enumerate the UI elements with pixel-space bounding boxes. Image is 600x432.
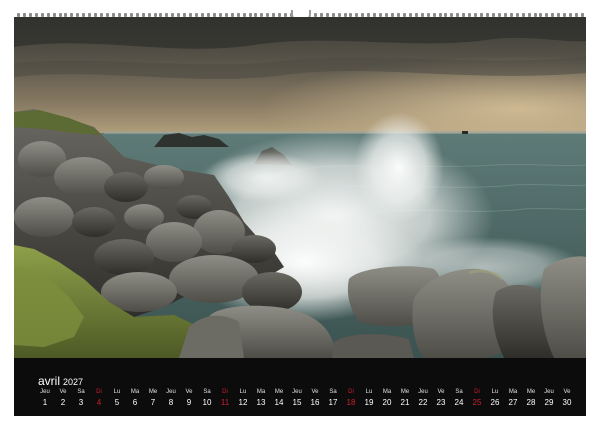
day-number: 19 bbox=[364, 398, 374, 407]
calendar-day: Jeu 8 bbox=[162, 389, 180, 410]
day-number: 20 bbox=[382, 398, 392, 407]
weekday-label: Jeu bbox=[418, 389, 428, 395]
calendar-day: Ma 20 bbox=[378, 389, 396, 410]
weekday-label: Ve bbox=[563, 389, 571, 395]
month-name: avril bbox=[38, 374, 61, 388]
day-number: 1 bbox=[42, 398, 48, 407]
weekday-label: Ve bbox=[185, 389, 193, 395]
weekday-label: Lu bbox=[491, 389, 499, 395]
calendar-day: Jeu 1 bbox=[36, 389, 54, 410]
day-number: 15 bbox=[292, 398, 302, 407]
weekday-label: Di bbox=[96, 389, 102, 395]
month-title: avril 2027 bbox=[38, 372, 83, 390]
calendar-day: Ve 9 bbox=[180, 389, 198, 410]
weekday-label: Di bbox=[348, 389, 354, 395]
weekday-label: Ve bbox=[437, 389, 445, 395]
day-number: 5 bbox=[114, 398, 120, 407]
weekday-label: Ma bbox=[256, 389, 266, 395]
day-number: 28 bbox=[526, 398, 536, 407]
calendar-day: Ma 6 bbox=[126, 389, 144, 410]
day-number: 23 bbox=[436, 398, 446, 407]
calendar-day: Di 4 bbox=[90, 389, 108, 410]
calendar-strip: avril 2027 Jeu 1 Ve 2 Sa 3 Di 4 Lu 5 Ma 6 Me 7 Jeu 8 Ve 9 S… bbox=[14, 358, 586, 416]
weekday-label: Me bbox=[526, 389, 536, 395]
calendar-day: Lu 19 bbox=[360, 389, 378, 410]
weekday-label: Jeu bbox=[40, 389, 50, 395]
weekday-label: Ma bbox=[382, 389, 392, 395]
weekday-label: Me bbox=[148, 389, 158, 395]
calendar-day: Me 14 bbox=[270, 389, 288, 410]
calendar-day: Jeu 22 bbox=[414, 389, 432, 410]
weekday-label: Ve bbox=[311, 389, 319, 395]
calendar-day: Lu 12 bbox=[234, 389, 252, 410]
weekday-label: Lu bbox=[365, 389, 373, 395]
day-number: 10 bbox=[202, 398, 212, 407]
calendar-day: Sa 10 bbox=[198, 389, 216, 410]
weekday-label: Me bbox=[400, 389, 410, 395]
weekday-label: Sa bbox=[329, 389, 337, 395]
calendar-day: Me 7 bbox=[144, 389, 162, 410]
day-row: Jeu 1 Ve 2 Sa 3 Di 4 Lu 5 Ma 6 Me 7 Jeu 8 Ve 9 Sa 10 Di 11 Lu 1… bbox=[36, 389, 576, 411]
day-number: 8 bbox=[168, 398, 174, 407]
calendar-day: Ma 13 bbox=[252, 389, 270, 410]
calendar-day: Sa 24 bbox=[450, 389, 468, 410]
calendar-day: Ve 23 bbox=[432, 389, 450, 410]
calendar-day: Lu 26 bbox=[486, 389, 504, 410]
calendar-day: Di 25 bbox=[468, 389, 486, 410]
weekday-label: Sa bbox=[455, 389, 463, 395]
day-number: 16 bbox=[310, 398, 320, 407]
day-number: 18 bbox=[346, 398, 356, 407]
day-number: 12 bbox=[238, 398, 248, 407]
weekday-label: Jeu bbox=[292, 389, 302, 395]
day-number: 22 bbox=[418, 398, 428, 407]
weekday-label: Lu bbox=[113, 389, 121, 395]
weekday-label: Sa bbox=[203, 389, 211, 395]
day-number: 2 bbox=[60, 398, 66, 407]
calendar-day: Me 28 bbox=[522, 389, 540, 410]
calendar-day: Sa 17 bbox=[324, 389, 342, 410]
weekday-label: Ma bbox=[508, 389, 518, 395]
weekday-label: Lu bbox=[239, 389, 247, 395]
day-number: 13 bbox=[256, 398, 266, 407]
day-number: 9 bbox=[186, 398, 192, 407]
day-number: 29 bbox=[544, 398, 554, 407]
day-number: 27 bbox=[508, 398, 518, 407]
month-year: 2027 bbox=[63, 377, 84, 387]
calendar-day: Lu 5 bbox=[108, 389, 126, 410]
calendar-day: Sa 3 bbox=[72, 389, 90, 410]
calendar-day: Ve 2 bbox=[54, 389, 72, 410]
calendar-day: Di 18 bbox=[342, 389, 360, 410]
weekday-label: Jeu bbox=[544, 389, 554, 395]
calendar-day: Ma 27 bbox=[504, 389, 522, 410]
day-number: 21 bbox=[400, 398, 410, 407]
day-number: 26 bbox=[490, 398, 500, 407]
day-number: 25 bbox=[472, 398, 482, 407]
day-number: 7 bbox=[150, 398, 156, 407]
weekday-label: Di bbox=[222, 389, 228, 395]
weekday-label: Ma bbox=[130, 389, 140, 395]
day-number: 30 bbox=[562, 398, 572, 407]
weekday-label: Ve bbox=[59, 389, 67, 395]
day-number: 11 bbox=[220, 398, 230, 407]
photo-stormy-coast bbox=[14, 17, 586, 358]
calendar-day: Di 11 bbox=[216, 389, 234, 410]
weekday-label: Sa bbox=[77, 389, 85, 395]
calendar-day: Jeu 15 bbox=[288, 389, 306, 410]
day-number: 3 bbox=[78, 398, 84, 407]
calendar-day: Ve 30 bbox=[558, 389, 576, 410]
day-number: 24 bbox=[454, 398, 464, 407]
day-number: 17 bbox=[328, 398, 338, 407]
weekday-label: Di bbox=[474, 389, 480, 395]
weekday-label: Me bbox=[274, 389, 284, 395]
weekday-label: Jeu bbox=[166, 389, 176, 395]
calendar-day: Me 21 bbox=[396, 389, 414, 410]
calendar-day: Ve 16 bbox=[306, 389, 324, 410]
day-number: 6 bbox=[132, 398, 138, 407]
day-number: 4 bbox=[96, 398, 102, 407]
day-number: 14 bbox=[274, 398, 284, 407]
calendar-day: Jeu 29 bbox=[540, 389, 558, 410]
